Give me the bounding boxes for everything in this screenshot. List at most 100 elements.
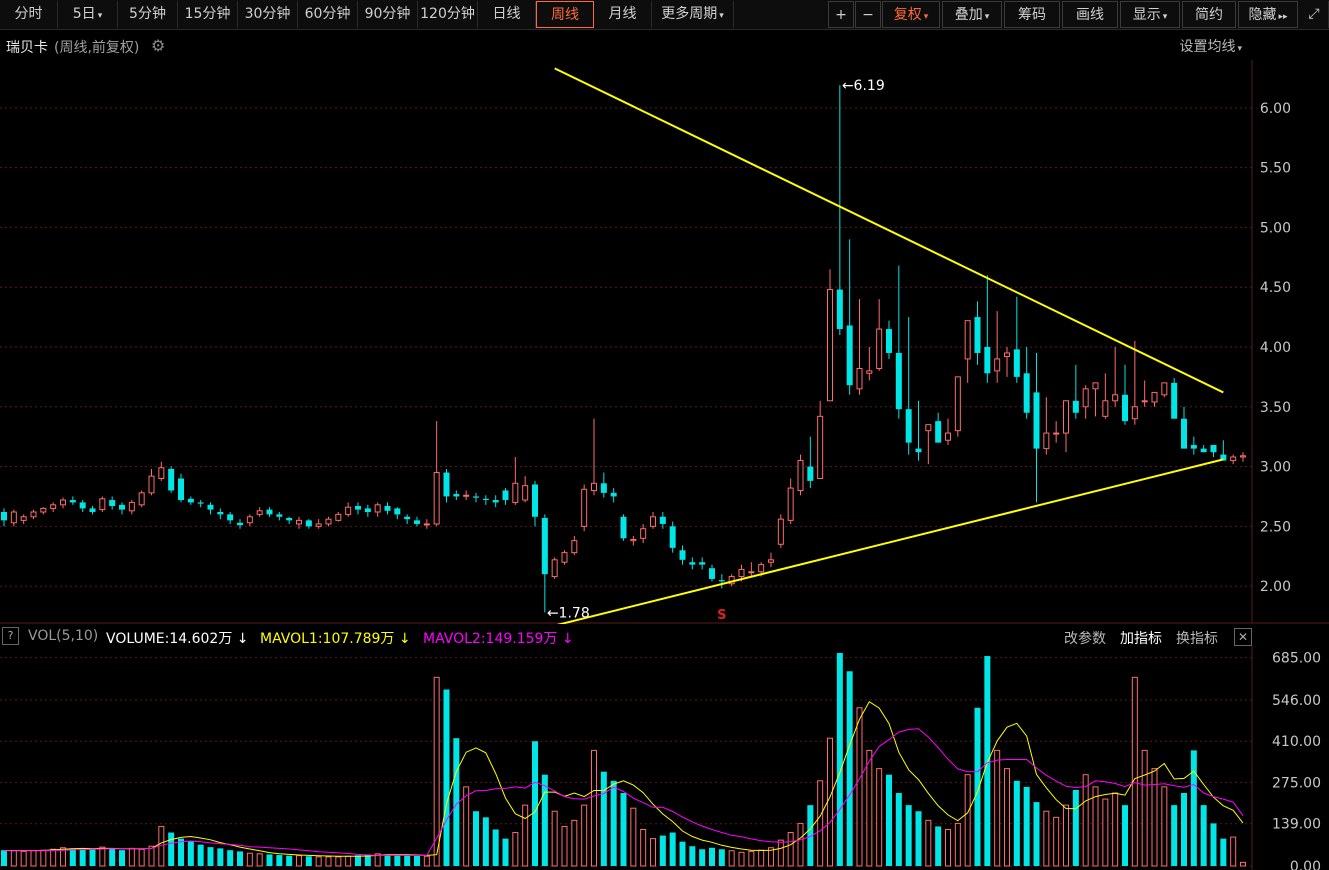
- volume-bar: [315, 856, 322, 867]
- volume-bar: [522, 804, 529, 867]
- volume-bar: [286, 855, 293, 866]
- volume-bar: [296, 855, 302, 867]
- volume-bar: [69, 848, 76, 866]
- volume-bar: [876, 768, 883, 867]
- volume-bar: [954, 822, 961, 867]
- volume-bar: [197, 844, 204, 866]
- close-icon[interactable]: ✕: [1234, 628, 1252, 646]
- volume-bar: [679, 841, 686, 866]
- volume-bar: [1230, 836, 1237, 867]
- volume-bar: [1151, 768, 1158, 867]
- volume-bar: [20, 850, 27, 867]
- volume-bar: [512, 832, 519, 867]
- volume-bar: [925, 819, 932, 867]
- volume-bar: [886, 774, 892, 866]
- volume-bar: [404, 855, 411, 866]
- volume-bar: [384, 854, 391, 866]
- volume-bar: [423, 855, 430, 867]
- volume-bar: [1033, 802, 1040, 866]
- mavol2-value: MAVOL2:149.159万 ↓: [423, 628, 574, 648]
- volume-bar: [610, 780, 617, 866]
- volume-bar: [905, 805, 912, 866]
- volume-bar: [866, 749, 873, 867]
- volume-bar: [79, 849, 86, 866]
- volume-bar: [748, 850, 755, 867]
- volume-bar: [777, 839, 784, 867]
- volume-bar: [669, 832, 676, 866]
- volume-bar: [630, 807, 637, 867]
- volume-arrow: ↓: [236, 631, 249, 647]
- volume-bar: [571, 819, 578, 867]
- volume-bar: [561, 825, 568, 867]
- volume-bar: [482, 817, 489, 866]
- volume-bar: [30, 850, 37, 867]
- volume-bar: [355, 855, 361, 866]
- volume-bar: [1092, 786, 1099, 867]
- volume-bar: [1161, 786, 1168, 867]
- volume-bar: [168, 832, 175, 866]
- volume-bar: [591, 749, 597, 867]
- volume-bar: [935, 826, 942, 866]
- mavol1-value: MAVOL1:107.789万 ↓: [260, 628, 411, 648]
- volume-bar: [827, 737, 833, 867]
- mavol2-value-text: MAVOL2:149.159万: [423, 631, 558, 647]
- volume-bar: [463, 786, 470, 867]
- volume-bar: [994, 749, 1001, 867]
- vol-indicator-label: VOL(5,10): [28, 628, 99, 644]
- volume-tick-label: 685.00: [1272, 651, 1321, 667]
- volume-bar: [915, 811, 922, 866]
- mavol1-value-text: MAVOL1:107.789万: [260, 631, 395, 647]
- volume-bar: [1240, 861, 1246, 867]
- volume-bar: [541, 774, 548, 866]
- volume-bar: [187, 841, 194, 866]
- volume-bar: [1053, 816, 1060, 867]
- volume-bar: [1112, 792, 1119, 867]
- volume-bar: [1190, 750, 1197, 866]
- volume-bar: [758, 849, 765, 867]
- mavol2-arrow: ↓: [561, 631, 574, 647]
- volume-bar: [1210, 823, 1217, 866]
- volume-bar: [620, 792, 627, 866]
- volume-bar: [787, 832, 794, 867]
- volume-bar: [738, 851, 745, 867]
- volume-bar: [640, 828, 647, 867]
- volume-bar: [276, 855, 283, 866]
- volume-bar: [394, 855, 401, 866]
- volume-bar: [964, 774, 971, 867]
- volume-bar: [817, 780, 824, 867]
- volume-bar: [1220, 838, 1227, 866]
- volume-bar: [138, 848, 145, 867]
- switch-indicator-button[interactable]: 换指标: [1176, 628, 1218, 648]
- volume-bar: [709, 847, 715, 866]
- volume-bar: [119, 850, 125, 866]
- volume-tick-label: 139.00: [1272, 817, 1321, 833]
- add-indicator-button[interactable]: 加指标: [1120, 628, 1162, 648]
- volume-bar: [718, 849, 725, 866]
- volume-bar: [109, 848, 116, 866]
- volume-bar: [1013, 780, 1020, 866]
- volume-bar: [207, 847, 214, 866]
- volume-bar: [266, 854, 273, 866]
- volume-bar: [89, 848, 96, 866]
- volume-bar: [305, 856, 312, 866]
- volume-bar: [335, 856, 342, 867]
- volume-value: VOLUME:14.602万 ↓: [106, 628, 249, 648]
- volume-bar: [895, 792, 902, 866]
- volume-bar: [40, 849, 47, 867]
- volume-bar: [443, 689, 450, 866]
- volume-bar: [728, 850, 735, 867]
- volume-bar: [699, 849, 706, 866]
- volume-bar: [148, 845, 155, 867]
- volume-bar: [1023, 786, 1030, 866]
- volume-bar: [1063, 804, 1069, 867]
- volume-bar: [414, 855, 420, 866]
- volume-bar: [689, 846, 696, 866]
- volume-bar: [217, 848, 224, 866]
- change-params-button[interactable]: 改参数: [1064, 628, 1106, 648]
- volume-bar: [128, 847, 135, 867]
- volume-bar: [1171, 805, 1178, 866]
- volume-bar: [1181, 792, 1187, 866]
- volume-bar: [984, 656, 991, 866]
- volume-bar: [797, 822, 804, 867]
- volume-bar: [50, 848, 57, 867]
